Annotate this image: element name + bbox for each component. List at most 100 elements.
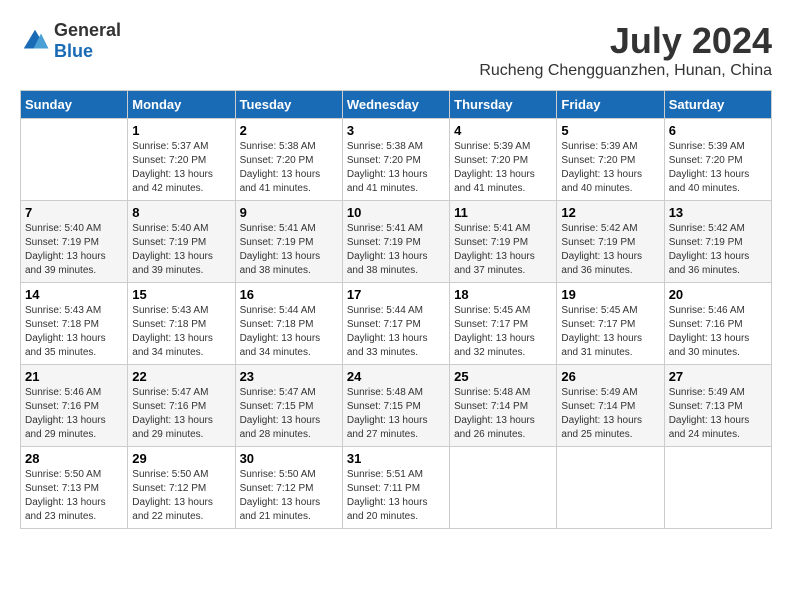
day-of-week-header: Thursday [450,91,557,119]
day-of-week-header: Monday [128,91,235,119]
day-number: 1 [132,123,230,138]
location-title: Rucheng Chengguanzhen, Hunan, China [479,62,772,80]
day-info: Sunrise: 5:45 AM Sunset: 7:17 PM Dayligh… [561,304,659,360]
day-info: Sunrise: 5:47 AM Sunset: 7:16 PM Dayligh… [132,386,230,442]
day-number: 9 [240,205,338,220]
day-info: Sunrise: 5:38 AM Sunset: 7:20 PM Dayligh… [240,140,338,196]
day-number: 16 [240,287,338,302]
day-info: Sunrise: 5:39 AM Sunset: 7:20 PM Dayligh… [454,140,552,196]
calendar-cell: 20 Sunrise: 5:46 AM Sunset: 7:16 PM Dayli… [664,283,771,365]
calendar-cell: 18 Sunrise: 5:45 AM Sunset: 7:17 PM Dayli… [450,283,557,365]
day-number: 17 [347,287,445,302]
day-number: 27 [669,369,767,384]
calendar-cell: 13Sunrise: 5:42 AM Sunset: 7:19 PM Dayli… [664,201,771,283]
month-title: July 2024 [479,20,772,62]
day-info: Sunrise: 5:48 AM Sunset: 7:15 PM Dayligh… [347,386,445,442]
day-info: Sunrise: 5:44 AM Sunset: 7:17 PM Dayligh… [347,304,445,360]
day-number: 20 [669,287,767,302]
day-number: 30 [240,451,338,466]
day-info: Sunrise: 5:48 AM Sunset: 7:14 PM Dayligh… [454,386,552,442]
calendar-cell [664,447,771,529]
day-number: 24 [347,369,445,384]
day-info: Sunrise: 5:43 AM Sunset: 7:18 PM Dayligh… [132,304,230,360]
calendar-cell: 1 Sunrise: 5:37 AM Sunset: 7:20 PM Daylig… [128,119,235,201]
day-number: 31 [347,451,445,466]
day-of-week-header: Saturday [664,91,771,119]
calendar-cell: 3 Sunrise: 5:38 AM Sunset: 7:20 PM Daylig… [342,119,449,201]
calendar-cell: 5 Sunrise: 5:39 AM Sunset: 7:20 PM Daylig… [557,119,664,201]
calendar-cell: 21Sunrise: 5:46 AM Sunset: 7:16 PM Dayli… [21,365,128,447]
day-info: Sunrise: 5:39 AM Sunset: 7:20 PM Dayligh… [669,140,767,196]
calendar-cell [450,447,557,529]
calendar-cell: 2 Sunrise: 5:38 AM Sunset: 7:20 PM Daylig… [235,119,342,201]
day-number: 29 [132,451,230,466]
day-info: Sunrise: 5:46 AM Sunset: 7:16 PM Dayligh… [25,386,123,442]
day-number: 23 [240,369,338,384]
day-info: Sunrise: 5:51 AM Sunset: 7:11 PM Dayligh… [347,468,445,524]
day-of-week-header: Tuesday [235,91,342,119]
day-number: 14 [25,287,123,302]
page-header: General Blue July 2024 Rucheng Chengguan… [20,20,772,80]
calendar-week-row: 1 Sunrise: 5:37 AM Sunset: 7:20 PM Daylig… [21,119,772,201]
day-number: 10 [347,205,445,220]
calendar-cell: 9Sunrise: 5:41 AM Sunset: 7:19 PM Daylig… [235,201,342,283]
calendar-table: SundayMondayTuesdayWednesdayThursdayFrid… [20,90,772,529]
day-number: 7 [25,205,123,220]
day-of-week-header: Wednesday [342,91,449,119]
calendar-week-row: 21Sunrise: 5:46 AM Sunset: 7:16 PM Dayli… [21,365,772,447]
day-info: Sunrise: 5:50 AM Sunset: 7:12 PM Dayligh… [240,468,338,524]
calendar-cell: 24 Sunrise: 5:48 AM Sunset: 7:15 PM Dayli… [342,365,449,447]
day-info: Sunrise: 5:41 AM Sunset: 7:19 PM Dayligh… [454,222,552,278]
calendar-cell: 6 Sunrise: 5:39 AM Sunset: 7:20 PM Daylig… [664,119,771,201]
day-number: 3 [347,123,445,138]
day-info: Sunrise: 5:43 AM Sunset: 7:18 PM Dayligh… [25,304,123,360]
calendar-cell: 31 Sunrise: 5:51 AM Sunset: 7:11 PM Dayli… [342,447,449,529]
day-of-week-header: Sunday [21,91,128,119]
logo-blue-text: Blue [54,41,93,61]
day-number: 6 [669,123,767,138]
calendar-week-row: 14 Sunrise: 5:43 AM Sunset: 7:18 PM Dayli… [21,283,772,365]
calendar-cell: 17 Sunrise: 5:44 AM Sunset: 7:17 PM Dayli… [342,283,449,365]
day-number: 11 [454,205,552,220]
day-number: 28 [25,451,123,466]
day-info: Sunrise: 5:38 AM Sunset: 7:20 PM Dayligh… [347,140,445,196]
day-info: Sunrise: 5:49 AM Sunset: 7:13 PM Dayligh… [669,386,767,442]
calendar-cell: 14 Sunrise: 5:43 AM Sunset: 7:18 PM Dayli… [21,283,128,365]
day-info: Sunrise: 5:50 AM Sunset: 7:13 PM Dayligh… [25,468,123,524]
day-info: Sunrise: 5:47 AM Sunset: 7:15 PM Dayligh… [240,386,338,442]
calendar-cell: 22 Sunrise: 5:47 AM Sunset: 7:16 PM Dayli… [128,365,235,447]
day-number: 5 [561,123,659,138]
calendar-cell: 12 Sunrise: 5:42 AM Sunset: 7:19 PM Dayli… [557,201,664,283]
day-number: 4 [454,123,552,138]
day-of-week-header: Friday [557,91,664,119]
calendar-cell: 23 Sunrise: 5:47 AM Sunset: 7:15 PM Dayli… [235,365,342,447]
day-number: 2 [240,123,338,138]
day-info: Sunrise: 5:45 AM Sunset: 7:17 PM Dayligh… [454,304,552,360]
day-info: Sunrise: 5:39 AM Sunset: 7:20 PM Dayligh… [561,140,659,196]
day-number: 13 [669,205,767,220]
calendar-cell: 19Sunrise: 5:45 AM Sunset: 7:17 PM Dayli… [557,283,664,365]
day-number: 22 [132,369,230,384]
calendar-cell: 28 Sunrise: 5:50 AM Sunset: 7:13 PM Dayli… [21,447,128,529]
day-number: 26 [561,369,659,384]
day-info: Sunrise: 5:42 AM Sunset: 7:19 PM Dayligh… [561,222,659,278]
day-info: Sunrise: 5:44 AM Sunset: 7:18 PM Dayligh… [240,304,338,360]
calendar-cell: 7Sunrise: 5:40 AM Sunset: 7:19 PM Daylig… [21,201,128,283]
day-info: Sunrise: 5:37 AM Sunset: 7:20 PM Dayligh… [132,140,230,196]
calendar-cell: 8Sunrise: 5:40 AM Sunset: 7:19 PM Daylig… [128,201,235,283]
day-info: Sunrise: 5:50 AM Sunset: 7:12 PM Dayligh… [132,468,230,524]
day-info: Sunrise: 5:40 AM Sunset: 7:19 PM Dayligh… [132,222,230,278]
calendar-cell: 30 Sunrise: 5:50 AM Sunset: 7:12 PM Dayli… [235,447,342,529]
day-number: 25 [454,369,552,384]
day-info: Sunrise: 5:41 AM Sunset: 7:19 PM Dayligh… [347,222,445,278]
calendar-cell: 25 Sunrise: 5:48 AM Sunset: 7:14 PM Dayli… [450,365,557,447]
logo: General Blue [20,20,121,62]
day-info: Sunrise: 5:46 AM Sunset: 7:16 PM Dayligh… [669,304,767,360]
logo-icon [20,26,50,56]
day-info: Sunrise: 5:49 AM Sunset: 7:14 PM Dayligh… [561,386,659,442]
calendar-cell: 10 Sunrise: 5:41 AM Sunset: 7:19 PM Dayli… [342,201,449,283]
logo-general-text: General [54,20,121,40]
day-number: 18 [454,287,552,302]
day-number: 12 [561,205,659,220]
calendar-header-row: SundayMondayTuesdayWednesdayThursdayFrid… [21,91,772,119]
